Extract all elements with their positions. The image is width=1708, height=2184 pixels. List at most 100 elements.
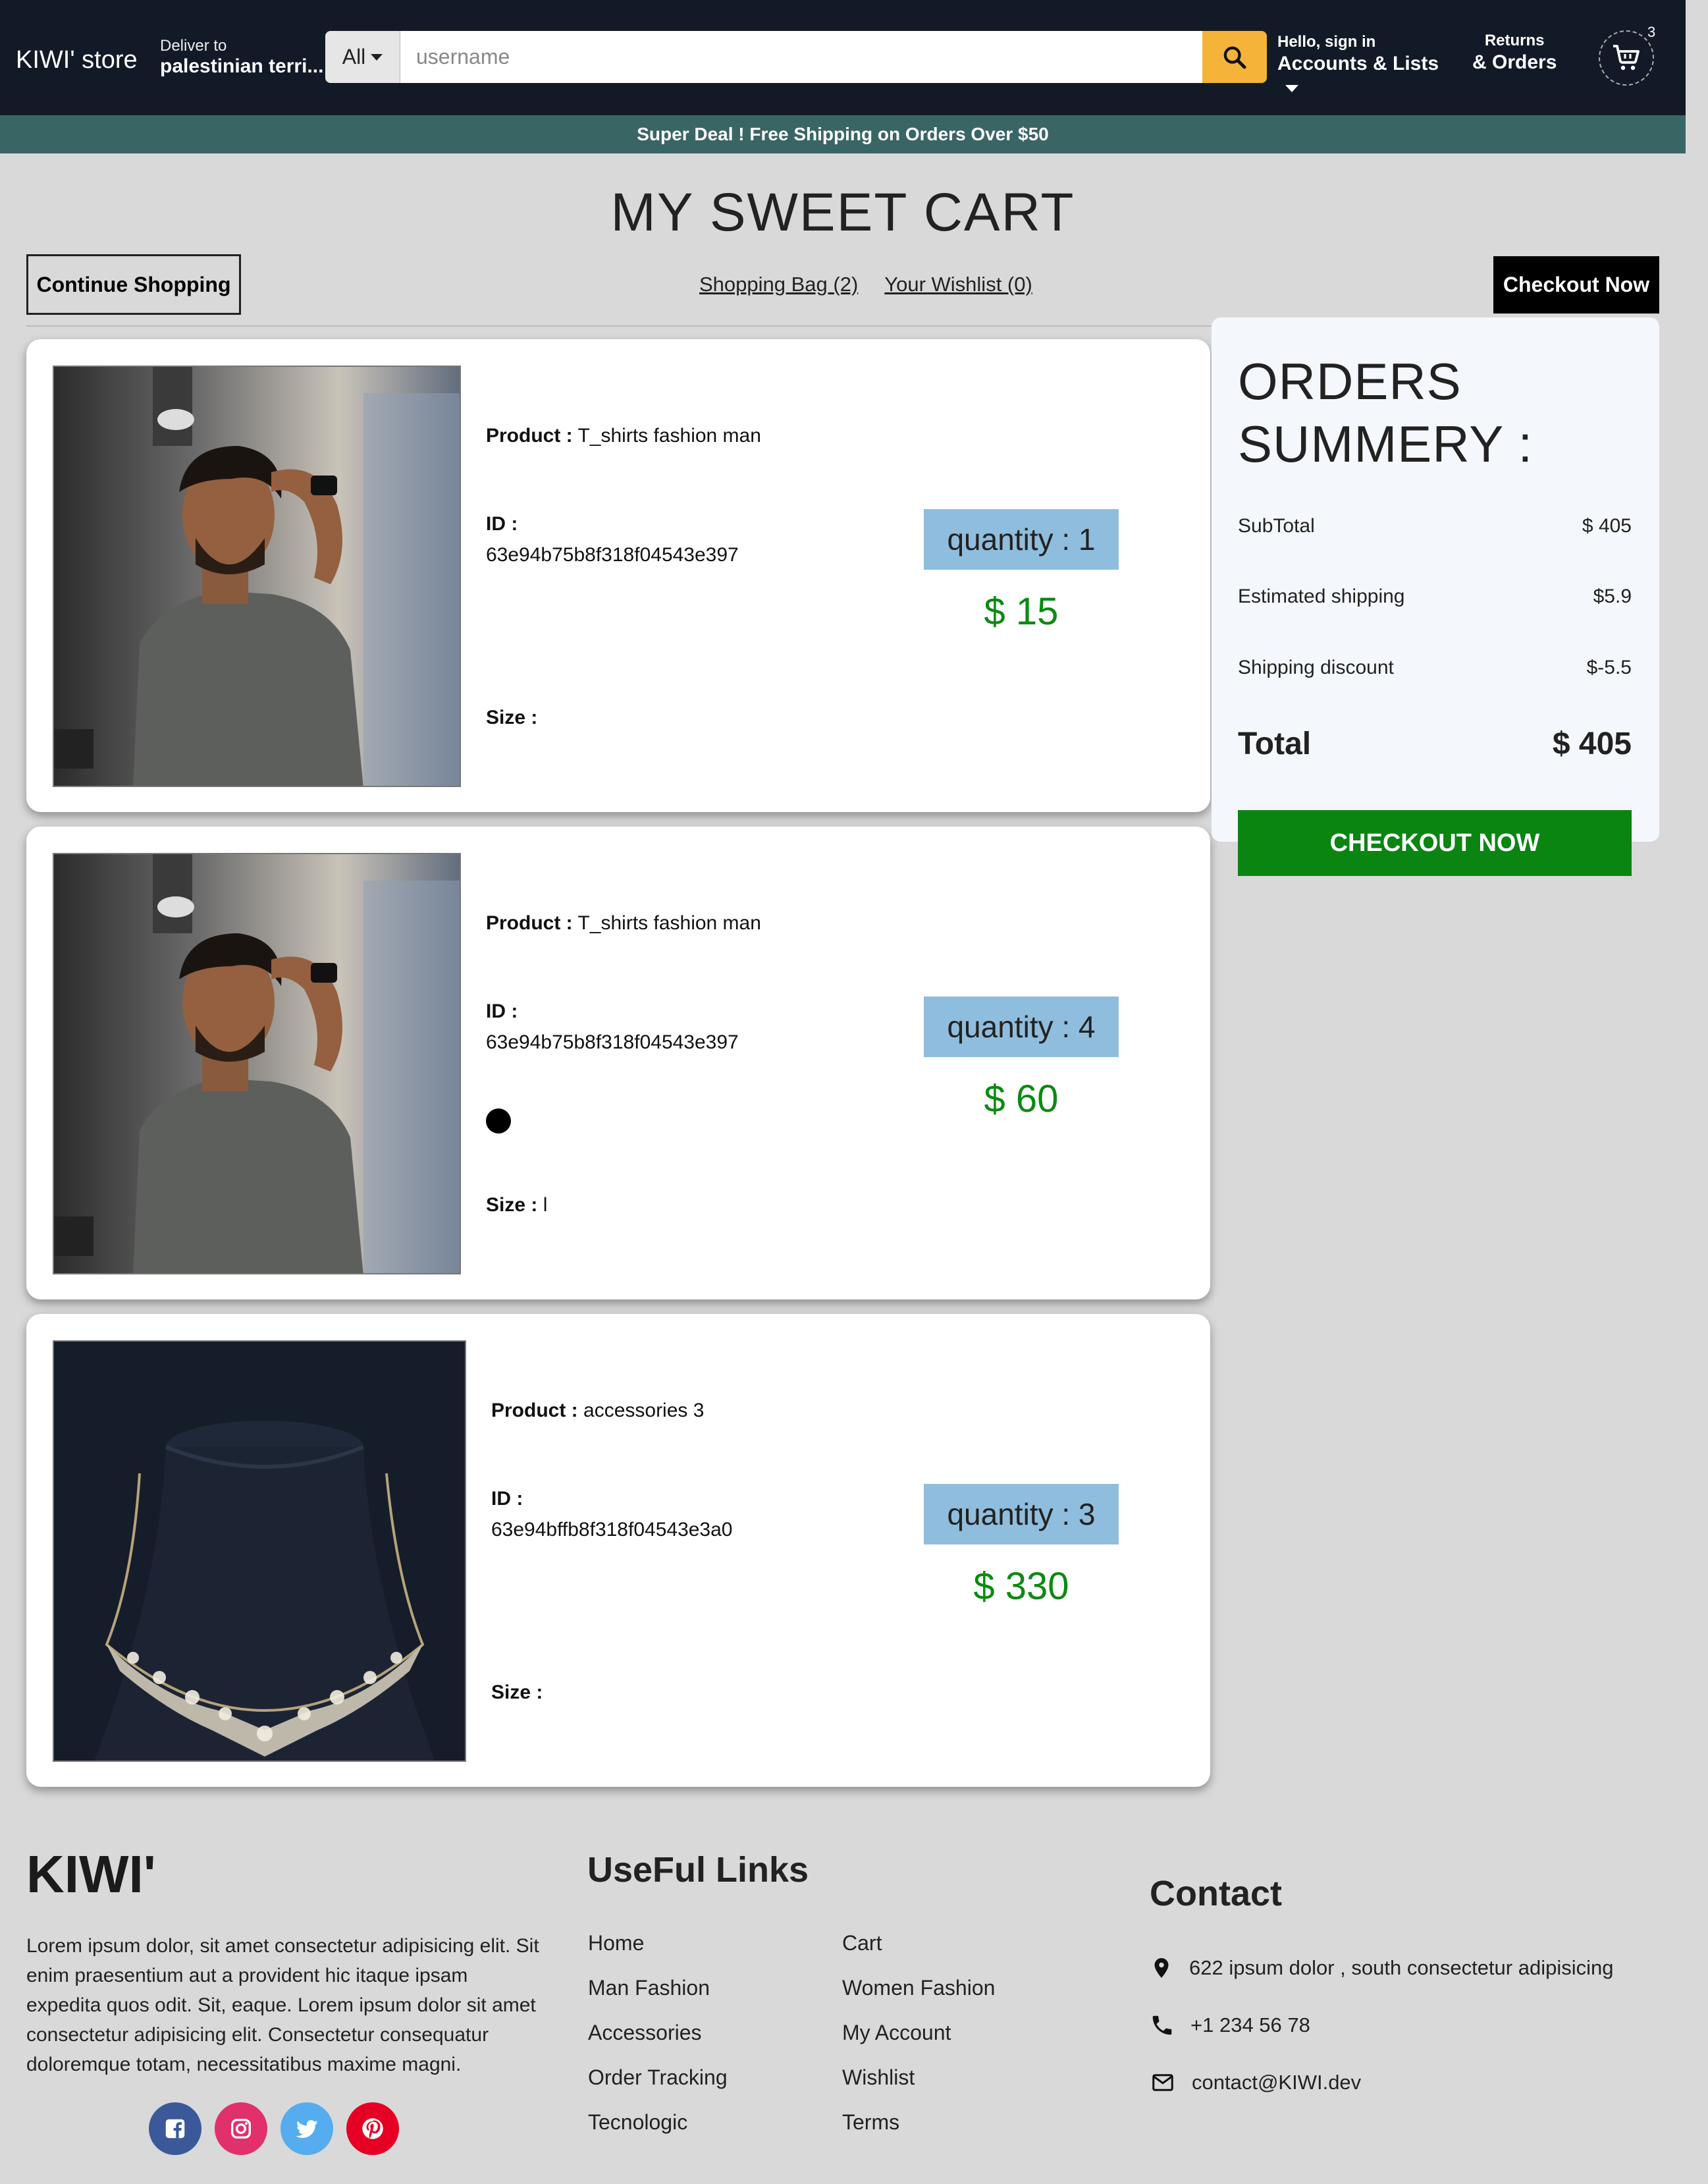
product-image[interactable]: [53, 853, 461, 1274]
product-image[interactable]: [53, 366, 461, 787]
cart-item: Product : T_shirts fashion man ID : 63e9…: [26, 339, 1210, 812]
footer-description: Lorem ipsum dolor, sit amet consectetur …: [26, 1935, 539, 2075]
checkout-now-big-button[interactable]: CHECKOUT NOW: [1238, 810, 1632, 876]
contact-title: Contact: [1150, 1874, 1282, 1913]
contact-phone: +1 234 56 78: [1150, 2013, 1310, 2038]
size-label: Size :: [486, 707, 538, 728]
cart-item: Product : accessories 3 ID : 63e94bffb8f…: [26, 1314, 1210, 1787]
product-size-line: Size :: [491, 1681, 543, 1704]
footer-link[interactable]: Accessories: [588, 2021, 728, 2065]
summary-title-line1: ORDERS: [1238, 352, 1462, 410]
phone-text: +1 234 56 78: [1190, 2013, 1310, 2036]
product-size-line: Size :: [486, 707, 537, 729]
footer-links-left: Home Man Fashion Accessories Order Track…: [588, 1931, 728, 2155]
subtotal-value: $ 405: [1582, 515, 1632, 537]
tshirt-model-photo: [54, 367, 460, 786]
item-price: $ 15: [984, 590, 1059, 633]
id-label: ID :: [486, 1000, 518, 1022]
divider: [26, 325, 1212, 327]
checkout-now-button[interactable]: Checkout Now: [1493, 256, 1659, 314]
product-id: 63e94b75b8f318f04543e397: [486, 1031, 739, 1053]
quantity-badge: quantity : 4: [924, 996, 1119, 1057]
quantity-badge: quantity : 1: [924, 509, 1119, 570]
summary-title-line2: SUMMERY :: [1238, 415, 1534, 474]
social-links: [149, 2102, 399, 2155]
item-price: $ 60: [984, 1078, 1059, 1120]
email-text[interactable]: contact@KIWI.dev: [1192, 2071, 1361, 2094]
account-greeting: Hello, sign in: [1277, 33, 1376, 51]
id-label: ID :: [486, 513, 518, 535]
tshirt-model-photo: [54, 854, 460, 1273]
product-id: 63e94b75b8f318f04543e397: [486, 543, 739, 566]
facebook-icon[interactable]: [149, 2102, 201, 2155]
discount-row: Shipping discount $-5.5: [1238, 657, 1632, 679]
color-swatch: [486, 1108, 511, 1133]
footer-link[interactable]: Order Tracking: [588, 2065, 728, 2110]
shipping-row: Estimated shipping $5.9: [1238, 586, 1632, 608]
shopping-bag-link[interactable]: Shopping Bag (2): [699, 273, 858, 296]
product-name-line: Product : T_shirts fashion man: [486, 425, 761, 447]
search-input[interactable]: [400, 31, 1202, 83]
cart-tabs: Shopping Bag (2) Your Wishlist (0): [699, 273, 1032, 296]
accounts-lists-label: Accounts & Lists: [1277, 52, 1439, 74]
product-id-line: ID : 63e94bffb8f318f04543e3a0: [491, 1484, 733, 1545]
total-row: Total $ 405: [1238, 726, 1632, 762]
search-icon: [1223, 46, 1246, 68]
footer-brand: KIWI': [26, 1845, 156, 1903]
promo-banner: Super Deal ! Free Shipping on Orders Ove…: [0, 115, 1686, 153]
product-label: Product :: [491, 1400, 578, 1421]
footer-link[interactable]: My Account: [842, 2021, 995, 2065]
returns-label: Returns: [1484, 32, 1545, 49]
footer-link[interactable]: Home: [588, 1931, 728, 1976]
shipping-label: Estimated shipping: [1238, 586, 1405, 607]
search-button[interactable]: [1202, 31, 1267, 83]
size-label: Size :: [486, 1194, 538, 1216]
footer-link[interactable]: Tecnologic: [588, 2110, 728, 2155]
footer-link[interactable]: Women Fashion: [842, 1976, 995, 2021]
account-menu[interactable]: Hello, sign in Accounts & Lists: [1277, 33, 1439, 92]
pinterest-icon[interactable]: [346, 2102, 399, 2155]
search-category-value: All: [342, 45, 366, 68]
phone-icon: [1152, 2015, 1172, 2035]
deliver-to[interactable]: Deliver to palestinian terri...: [160, 37, 323, 78]
product-name-line: Product : T_shirts fashion man: [486, 912, 761, 935]
page-title: MY SWEET CART: [610, 182, 1075, 242]
product-name-line: Product : accessories 3: [491, 1400, 704, 1422]
footer-link[interactable]: Cart: [842, 1931, 995, 1976]
product-id-line: ID : 63e94b75b8f318f04543e397: [486, 509, 739, 570]
product-size-line: Size : l: [486, 1194, 547, 1216]
deliver-label: Deliver to: [160, 37, 227, 55]
product-info: Product : T_shirts fashion man ID : 63e9…: [486, 827, 855, 1299]
search-category-select[interactable]: All: [325, 31, 400, 83]
chevron-down-icon: [371, 53, 383, 61]
instagram-icon[interactable]: [215, 2102, 267, 2155]
continue-shopping-button[interactable]: Continue Shopping: [26, 254, 241, 315]
twitter-icon[interactable]: [280, 2102, 333, 2155]
product-info: Product : accessories 3 ID : 63e94bffb8f…: [491, 1314, 860, 1787]
product-name: accessories 3: [583, 1400, 705, 1421]
useful-links-title: UseFul Links: [587, 1850, 809, 1890]
product-image[interactable]: [53, 1340, 466, 1762]
address-text: 622 ipsum dolor , south consectetur adip…: [1189, 1956, 1614, 1979]
quantity-badge: quantity : 3: [924, 1484, 1119, 1544]
necklace-photo: [54, 1342, 465, 1761]
cart-count-badge: 3: [1647, 24, 1656, 40]
returns-orders-link[interactable]: Returns & Orders: [1472, 32, 1557, 74]
subtotal-label: SubTotal: [1238, 515, 1315, 537]
shipping-value: $5.9: [1593, 586, 1632, 607]
footer-link[interactable]: Wishlist: [842, 2065, 995, 2110]
footer-link[interactable]: Terms: [842, 2110, 995, 2155]
contact-email: contact@KIWI.dev: [1150, 2071, 1361, 2094]
location-pin-icon: [1154, 1958, 1169, 1978]
product-info: Product : T_shirts fashion man ID : 63e9…: [486, 339, 855, 812]
footer-link[interactable]: Man Fashion: [588, 1976, 728, 2021]
footer-links-right: Cart Women Fashion My Account Wishlist T…: [842, 1931, 995, 2155]
cart-icon: [1613, 45, 1640, 70]
cart-item: Product : T_shirts fashion man ID : 63e9…: [26, 827, 1210, 1299]
size-label: Size :: [491, 1681, 543, 1703]
store-logo[interactable]: KIWI' store: [16, 46, 138, 74]
orders-label: & Orders: [1472, 51, 1557, 73]
wishlist-link[interactable]: Your Wishlist (0): [884, 273, 1032, 296]
cart-button[interactable]: [1599, 30, 1654, 86]
product-label: Product :: [486, 425, 573, 447]
